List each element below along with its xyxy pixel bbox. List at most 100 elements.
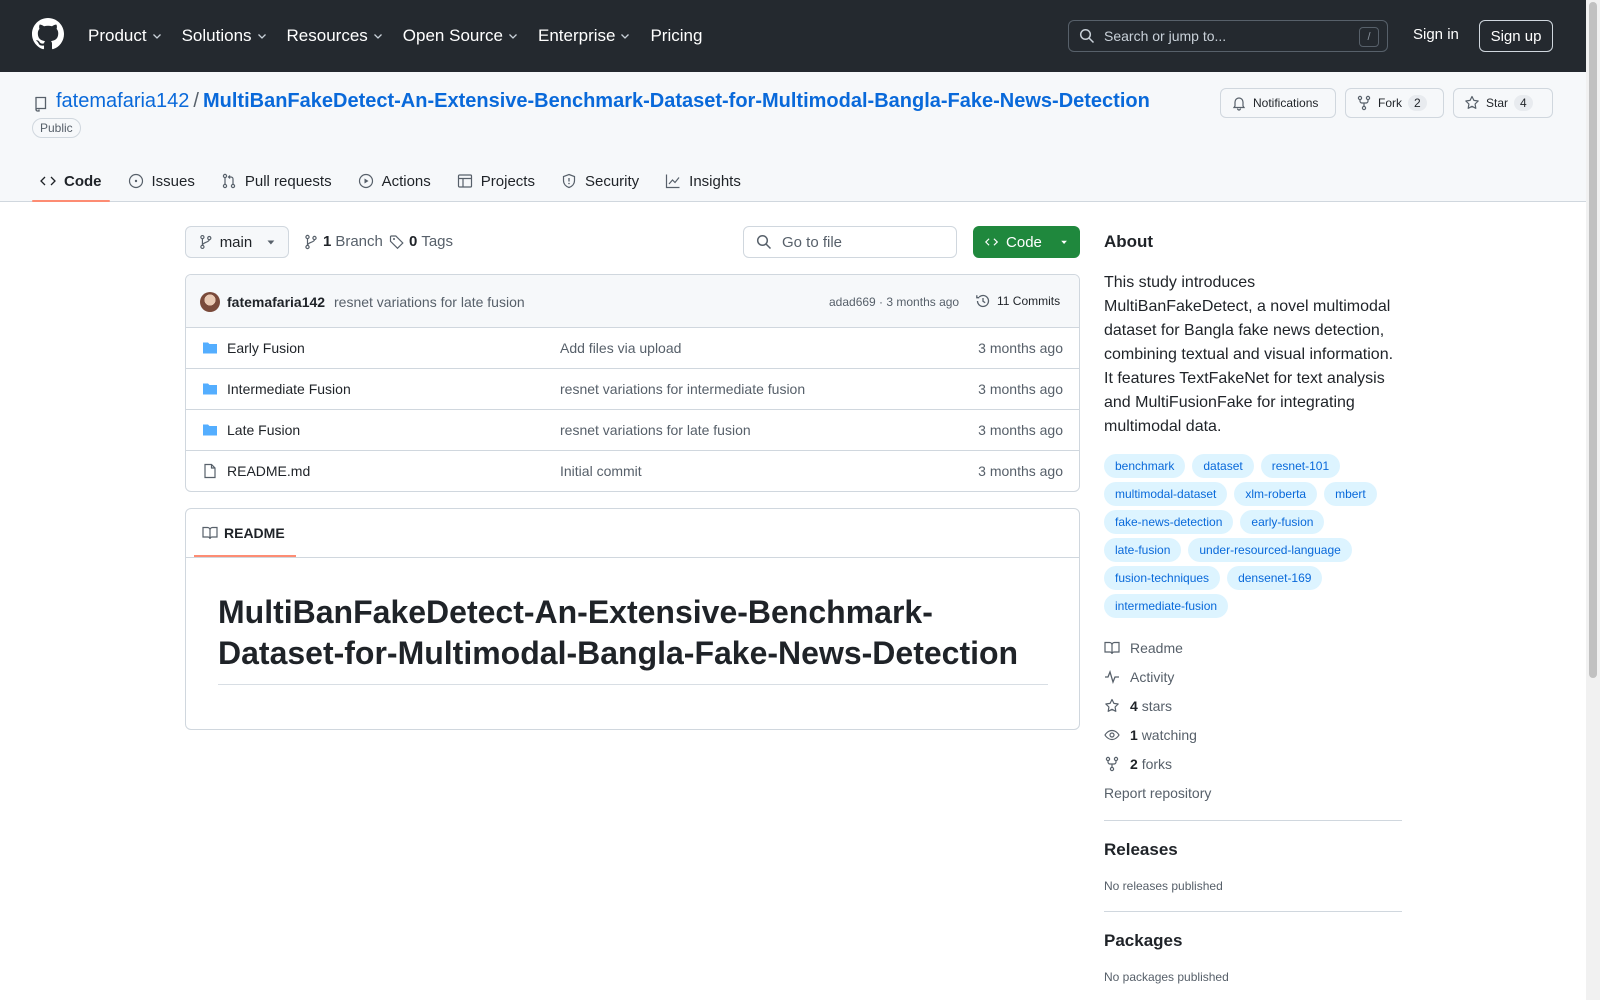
- nav-solutions[interactable]: Solutions: [182, 26, 268, 46]
- readme-tab[interactable]: README: [194, 509, 296, 557]
- commit-hash-time[interactable]: adad669 · 3 months ago: [829, 295, 959, 309]
- go-to-file-input[interactable]: Go to file: [743, 226, 957, 258]
- file-row[interactable]: Late Fusion resnet variations for late f…: [186, 410, 1079, 451]
- stars-label: stars: [1141, 698, 1173, 714]
- file-name-link[interactable]: Late Fusion: [227, 422, 300, 438]
- branches-link[interactable]: 1 Branch: [303, 233, 383, 250]
- topic-list: benchmark dataset resnet-101 multimodal-…: [1104, 454, 1404, 622]
- releases-heading[interactable]: Releases: [1104, 840, 1178, 860]
- github-logo-icon[interactable]: [32, 18, 64, 50]
- nav-open-source[interactable]: Open Source: [403, 26, 519, 46]
- topic-tag[interactable]: resnet-101: [1260, 454, 1341, 478]
- activity-link-label: Activity: [1130, 669, 1175, 685]
- tab-label: Projects: [480, 172, 535, 190]
- notifications-label: Notifications: [1253, 96, 1319, 110]
- tab-code[interactable]: Code: [32, 160, 110, 202]
- search-placeholder: Search or jump to...: [1104, 28, 1227, 44]
- file-name-link[interactable]: Intermediate Fusion: [227, 381, 351, 397]
- search-icon: [1079, 28, 1095, 44]
- tab-issues[interactable]: Issues: [120, 160, 203, 202]
- tab-projects[interactable]: Projects: [449, 160, 543, 202]
- file-commit-time: 3 months ago: [978, 463, 1063, 479]
- sign-in-link[interactable]: Sign in: [1413, 26, 1459, 43]
- fork-icon: [1357, 95, 1371, 111]
- file-name-link[interactable]: README.md: [227, 463, 310, 479]
- repo-name-link[interactable]: MultiBanFakeDetect-An-Extensive-Benchmar…: [203, 90, 1150, 112]
- search-input[interactable]: Search or jump to... /: [1068, 20, 1388, 52]
- stars-count: 4: [1130, 698, 1138, 714]
- file-row[interactable]: Intermediate Fusion resnet variations fo…: [186, 369, 1079, 410]
- packages-heading[interactable]: Packages: [1104, 931, 1182, 951]
- history-icon: [976, 294, 990, 308]
- file-commit-message[interactable]: Initial commit: [560, 463, 642, 479]
- file-commit-time: 3 months ago: [978, 422, 1063, 438]
- nav-enterprise[interactable]: Enterprise: [538, 26, 631, 46]
- scrollbar[interactable]: [1586, 0, 1600, 1000]
- branch-count: 1: [323, 233, 332, 250]
- commit-author-link[interactable]: fatemafaria142: [227, 294, 325, 310]
- chevron-down-icon: [257, 34, 266, 39]
- avatar[interactable]: [200, 292, 220, 312]
- topic-tag[interactable]: xlm-roberta: [1234, 482, 1318, 506]
- repo-icon: [35, 96, 47, 112]
- topic-tag[interactable]: fusion-techniques: [1104, 566, 1221, 590]
- forks-link[interactable]: 2 forks: [1104, 756, 1172, 772]
- nav-label: Solutions: [181, 26, 252, 45]
- tab-security[interactable]: Security: [553, 160, 647, 202]
- topic-tag[interactable]: fake-news-detection: [1104, 510, 1234, 534]
- topic-tag[interactable]: intermediate-fusion: [1104, 594, 1229, 618]
- tab-label: Security: [584, 172, 640, 190]
- topic-tag[interactable]: dataset: [1192, 454, 1254, 478]
- tab-label: Pull requests: [244, 172, 332, 190]
- code-icon: [40, 176, 56, 186]
- topic-tag[interactable]: early-fusion: [1240, 510, 1325, 534]
- file-row[interactable]: README.md Initial commit 3 months ago: [186, 451, 1079, 491]
- readme-heading: MultiBanFakeDetect-An-Extensive-Benchmar…: [218, 592, 1048, 685]
- fork-label: Fork: [1378, 96, 1402, 110]
- forks-label: forks: [1141, 756, 1173, 772]
- branch-selector[interactable]: main: [185, 226, 289, 258]
- stars-link[interactable]: 4 stars: [1104, 698, 1172, 714]
- fork-button[interactable]: Fork 2: [1345, 88, 1444, 118]
- file-commit-message[interactable]: resnet variations for late fusion: [560, 422, 751, 438]
- commits-history-link[interactable]: 11 Commits: [975, 293, 1060, 309]
- tab-pull-requests[interactable]: Pull requests: [213, 160, 340, 202]
- topic-tag[interactable]: densenet-169: [1227, 566, 1323, 590]
- topic-tag[interactable]: multimodal-dataset: [1104, 482, 1228, 506]
- tab-actions[interactable]: Actions: [350, 160, 439, 202]
- topic-tag[interactable]: mbert: [1324, 482, 1377, 506]
- tab-insights[interactable]: Insights: [657, 160, 749, 202]
- topic-tag[interactable]: benchmark: [1104, 454, 1186, 478]
- play-icon: [358, 173, 373, 189]
- topic-tag[interactable]: late-fusion: [1104, 538, 1182, 562]
- file-commit-message[interactable]: Add files via upload: [560, 340, 681, 356]
- repo-owner-link[interactable]: fatemafaria142: [56, 90, 189, 112]
- nav-resources[interactable]: Resources: [287, 26, 384, 46]
- tags-link[interactable]: 0 Tags: [389, 233, 453, 250]
- file-commit-message[interactable]: resnet variations for intermediate fusio…: [560, 381, 805, 397]
- tab-label: Issues: [151, 172, 195, 190]
- branch-icon: [305, 234, 317, 249]
- readme-link[interactable]: Readme: [1104, 640, 1183, 656]
- file-row[interactable]: Early Fusion Add files via upload 3 mont…: [186, 328, 1079, 369]
- report-repository-link[interactable]: Report repository: [1104, 785, 1211, 801]
- notifications-button[interactable]: Notifications: [1220, 88, 1336, 118]
- watching-link[interactable]: 1 watching: [1104, 727, 1197, 743]
- topic-tag[interactable]: under-resourced-language: [1188, 538, 1352, 562]
- sign-up-button[interactable]: Sign up: [1479, 20, 1553, 52]
- about-heading: About: [1104, 232, 1154, 251]
- chevron-down-icon: [152, 34, 161, 39]
- folder-icon: [203, 424, 217, 436]
- nav-label: Resources: [286, 26, 368, 45]
- book-icon: [1104, 641, 1120, 655]
- commit-message-link[interactable]: resnet variations for late fusion: [334, 294, 525, 310]
- scrollbar-thumb[interactable]: [1589, 2, 1597, 678]
- file-name-link[interactable]: Early Fusion: [227, 340, 305, 356]
- caret-down-icon: [1061, 240, 1067, 245]
- nav-pricing[interactable]: Pricing: [650, 26, 702, 46]
- star-button[interactable]: Star 4: [1453, 88, 1553, 118]
- nav-product[interactable]: Product: [88, 26, 163, 46]
- activity-link[interactable]: Activity: [1104, 669, 1174, 685]
- code-dropdown-button[interactable]: Code: [973, 226, 1080, 258]
- star-label: Star: [1486, 96, 1509, 110]
